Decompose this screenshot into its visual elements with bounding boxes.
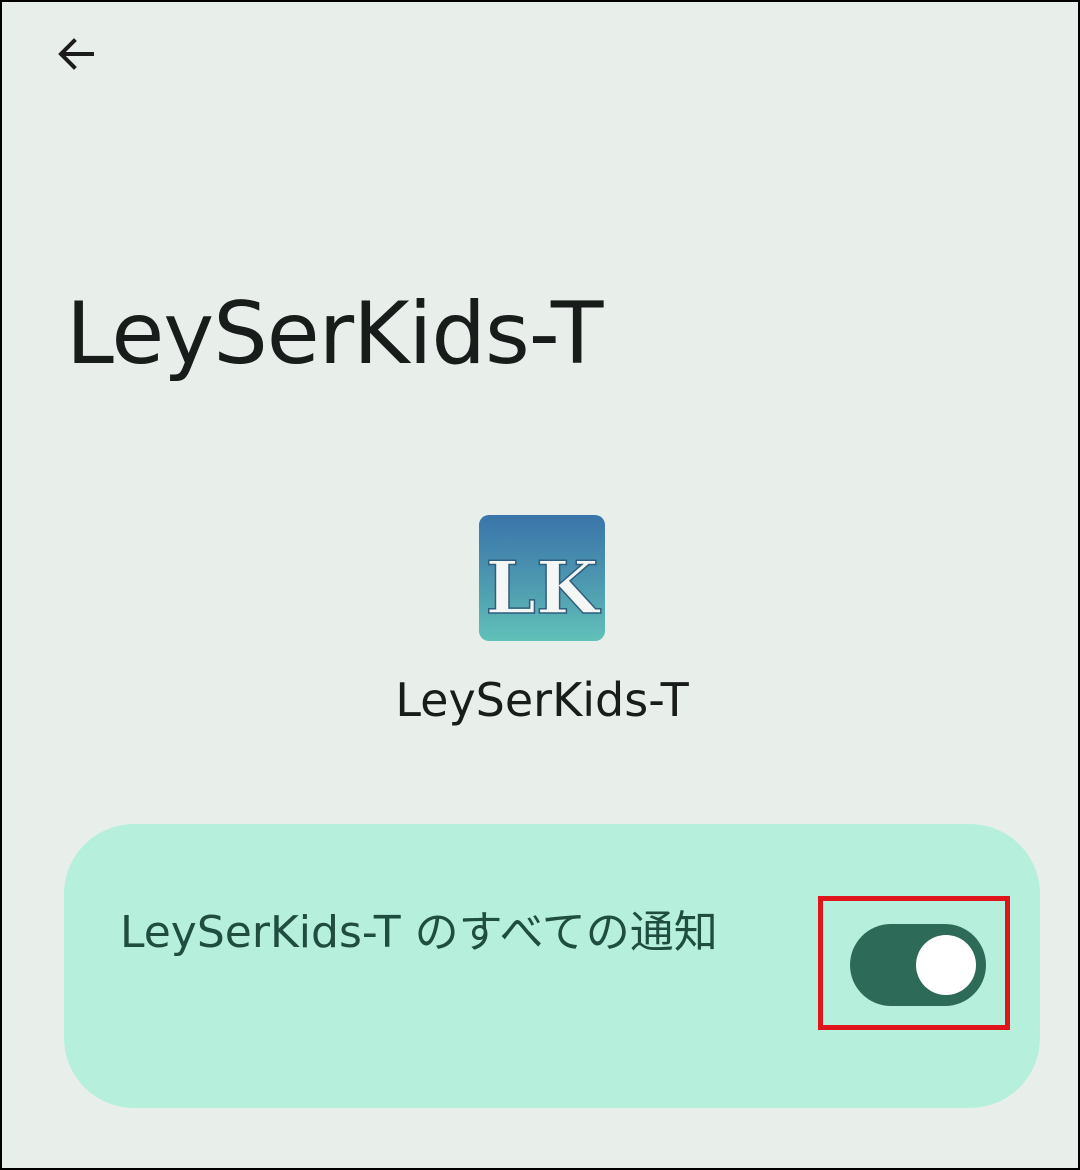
all-notifications-label: LeySerKids-T のすべての通知 bbox=[120, 907, 718, 958]
page-title: LeySerKids-T bbox=[66, 284, 603, 384]
arrow-left-icon bbox=[52, 30, 100, 82]
app-icon-letters: LK bbox=[485, 545, 601, 630]
toggle-highlight-box bbox=[818, 896, 1010, 1030]
back-button[interactable] bbox=[42, 24, 110, 88]
app-icon: LK bbox=[479, 515, 605, 641]
app-name: LeySerKids-T bbox=[395, 673, 689, 727]
